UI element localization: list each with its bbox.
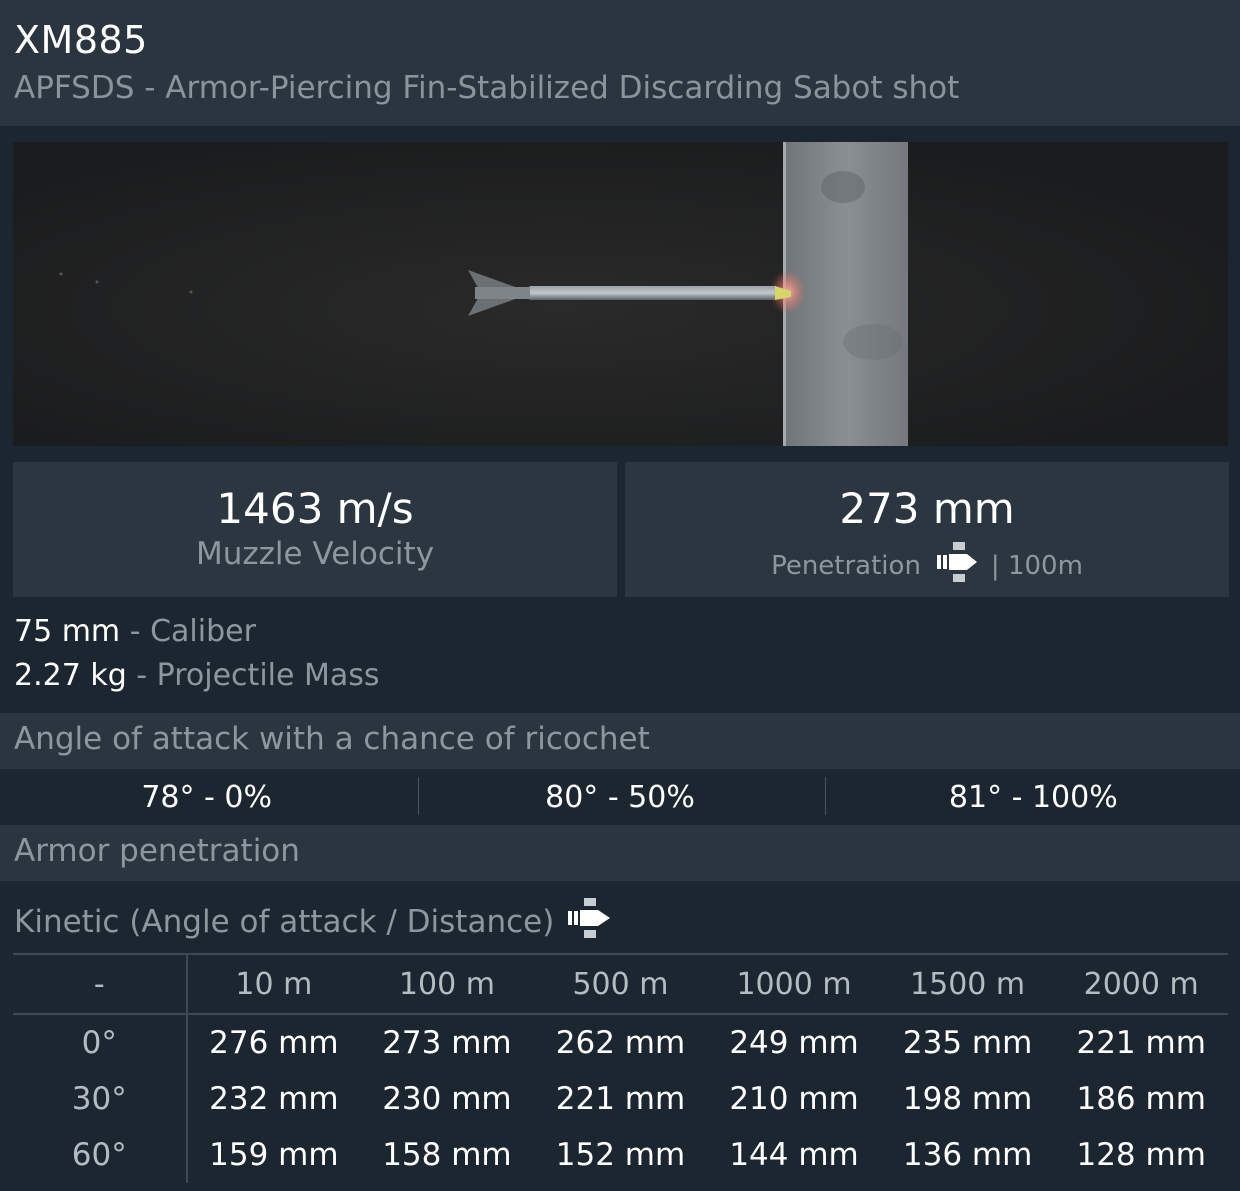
angle-cell: 30° [13,1071,188,1127]
table-cell: 232 mm [209,1081,339,1117]
penetration-label-row: Penetration | 100m [625,540,1229,591]
ricochet-item-text: 80° - 50% [545,779,695,815]
kinetic-label: Kinetic (Angle of attack / Distance) [14,904,555,940]
table-column-header: 100 m [360,953,534,1015]
mass-line: 2.27 kg - Projectile Mass [14,658,380,693]
armor-penetration-title: Armor penetration [14,833,300,869]
ricochet-item-text: 78° - 0% [141,779,272,815]
table-column-header: 1000 m [707,953,881,1015]
projectile-preview-image [13,142,1228,446]
mass-label: Projectile Mass [156,658,380,693]
table-header-row: - 10 m 100 m 500 m 1000 m 1500 m 2000 m [13,953,1228,1015]
table-cell: 198 mm [902,1081,1033,1117]
table-column-header: 500 m [533,953,708,1015]
table-cell: 221 mm [555,1081,686,1117]
angle-cell: 0° [13,1014,188,1071]
ricochet-item: 81° - 100% [824,769,1240,825]
divider [418,777,420,815]
ricochet-item: 78° - 0% [0,769,413,825]
kinetic-label-row: Kinetic (Angle of attack / Distance) [14,896,612,948]
table-cell: 235 mm [902,1025,1033,1061]
shell-icon [568,896,612,948]
armor-penetration-section-header: Armor penetration [0,825,1240,881]
table-cell: 221 mm [1076,1025,1206,1061]
ricochet-item: 80° - 50% [413,769,826,825]
shell-icon [935,540,979,591]
table-row: 30° 232 mm 230 mm 221 mm 210 mm 198 mm 1… [13,1071,1228,1127]
muzzle-velocity-panel: 1463 m/s Muzzle Velocity [13,462,617,597]
ammo-header: XM885 APFSDS - Armor-Piercing Fin-Stabil… [0,0,1240,126]
ricochet-title: Angle of attack with a chance of ricoche… [14,721,650,757]
ammo-title: XM885 [14,18,148,62]
angle-cell: 60° [13,1127,188,1183]
penetration-panel: 273 mm Penetration | 100m [625,462,1229,597]
ricochet-item-text: 81° - 100% [948,779,1118,815]
table-column-header: - [13,953,188,1015]
table-cell: 210 mm [729,1081,859,1117]
table-cell: 158 mm [382,1137,512,1173]
table-row: 0° 276 mm 273 mm 262 mm 249 mm 235 mm 22… [13,1014,1228,1071]
ricochet-section-header: Angle of attack with a chance of ricoche… [0,713,1240,769]
table-column-header: 2000 m [1054,953,1228,1015]
table-row: 60° 159 mm 158 mm 152 mm 144 mm 136 mm 1… [13,1127,1228,1183]
ricochet-values-row: 78° - 0% 80° - 50% 81° - 100% [0,769,1240,825]
table-cell: 276 mm [209,1025,339,1061]
ammo-subtitle: APFSDS - Armor-Piercing Fin-Stabilized D… [14,70,960,106]
mass-value: 2.27 kg [14,658,127,693]
table-column-header: 10 m [186,953,361,1015]
mass-separator: - [136,658,148,693]
caliber-line: 75 mm - Caliber [14,614,256,649]
table-cell: 230 mm [382,1081,512,1117]
table-cell: 159 mm [209,1137,339,1173]
penetration-distance: | 100m [990,550,1083,581]
caliber-value: 75 mm [14,614,121,649]
table-cell: 152 mm [555,1137,686,1173]
table-cell: 128 mm [1076,1137,1206,1173]
table-column-header: 1500 m [880,953,1055,1015]
divider [824,777,826,815]
caliber-label: Caliber [150,614,256,649]
penetration-value: 273 mm [839,484,1015,533]
table-cell: 262 mm [555,1025,686,1061]
muzzle-velocity-value: 1463 m/s [216,484,414,533]
caliber-separator: - [129,614,141,649]
table-cell: 273 mm [382,1025,512,1061]
muzzle-velocity-label: Muzzle Velocity [195,536,435,572]
table-cell: 186 mm [1076,1081,1206,1117]
penetration-label: Penetration [771,550,921,581]
penetration-table: - 10 m 100 m 500 m 1000 m 1500 m 2000 m … [13,953,1228,1183]
table-cell: 249 mm [729,1025,859,1061]
table-cell: 144 mm [729,1137,859,1173]
table-cell: 136 mm [902,1137,1033,1173]
